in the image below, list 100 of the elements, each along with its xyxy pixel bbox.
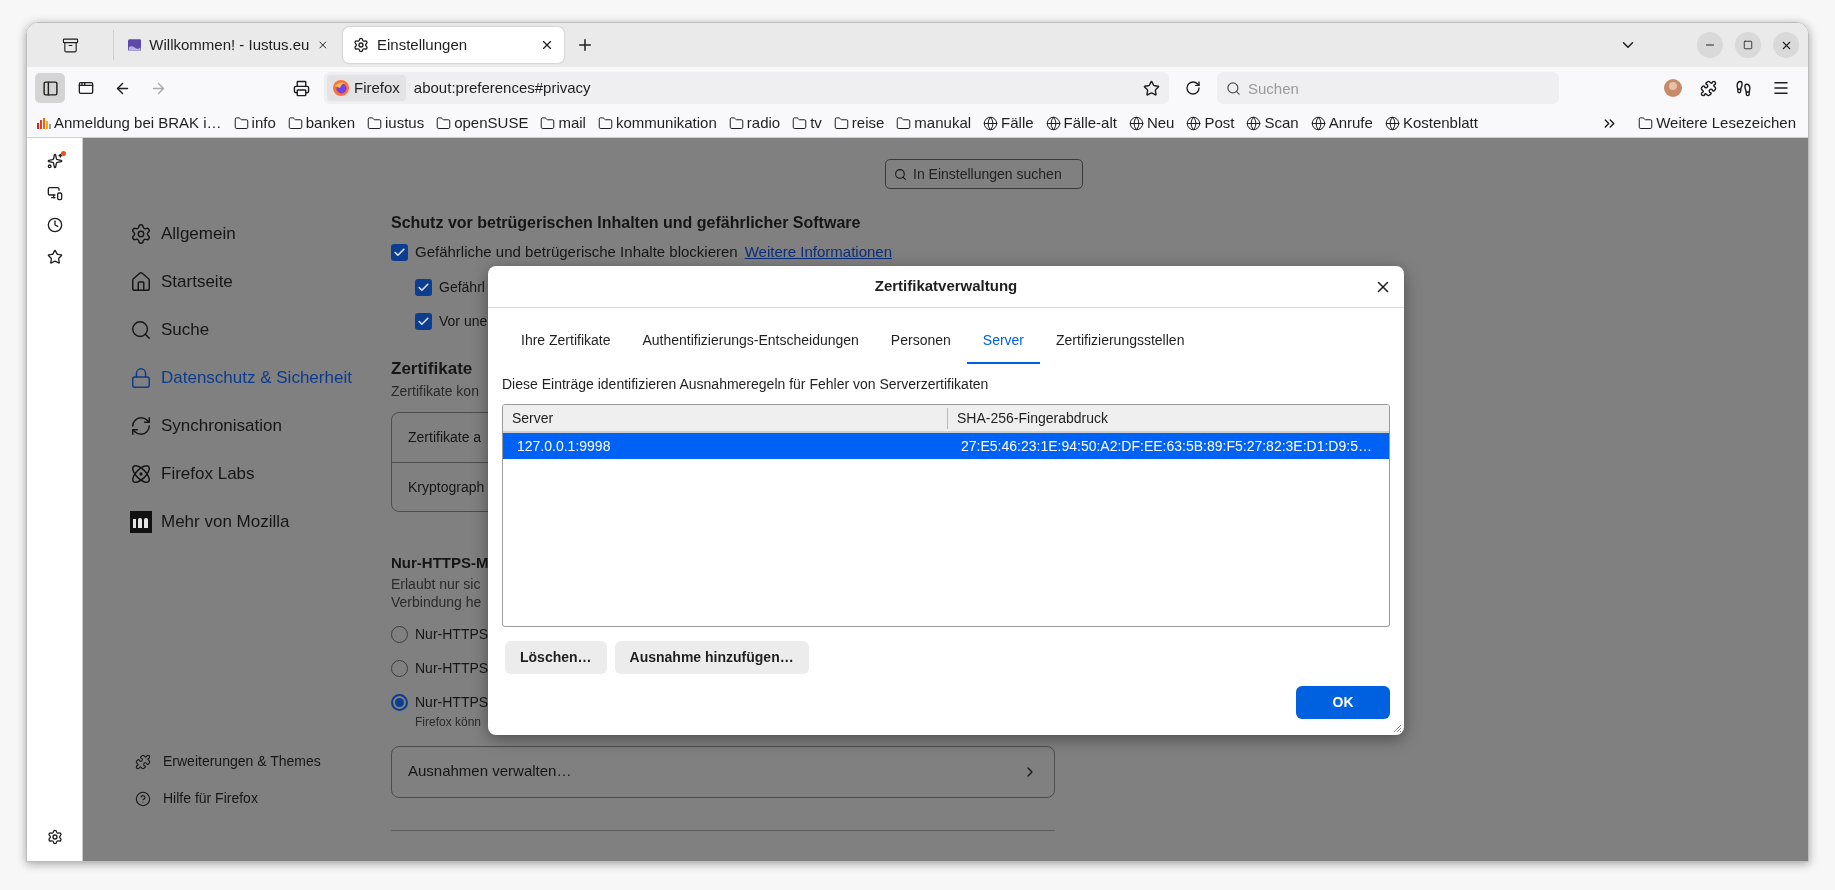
settings-nav-item[interactable]: Firefox Labs bbox=[130, 450, 391, 498]
checkbox[interactable] bbox=[415, 312, 432, 330]
globe-icon bbox=[1186, 115, 1202, 131]
dialog-tab[interactable]: Zertifizierungsstellen bbox=[1040, 318, 1201, 364]
ok-button[interactable]: OK bbox=[1296, 686, 1390, 719]
radio-label: Nur-HTTPS bbox=[415, 624, 489, 644]
radio-button[interactable] bbox=[391, 693, 408, 711]
table-cell-text: 27:E5:46:23:1E:94:50:A2:DF:EE:63:5B:89:F5:27:82:3E:D1:D9:5… bbox=[960, 436, 1372, 456]
folder-icon bbox=[728, 115, 744, 131]
settings-nav-item[interactable]: Mehr von Mozilla bbox=[130, 498, 391, 546]
bookmark-item[interactable]: Anrufe bbox=[1310, 111, 1373, 135]
manage-exceptions-button[interactable]: Ausnahmen verwalten… bbox=[391, 745, 1055, 798]
new-tab-icon[interactable] bbox=[576, 36, 594, 54]
globe-icon bbox=[983, 115, 999, 131]
check-icon bbox=[417, 280, 430, 294]
search-icon bbox=[130, 319, 152, 341]
card-row-label[interactable]: Zertifikate a bbox=[408, 427, 482, 448]
card-row-label[interactable]: Kryptograph bbox=[408, 476, 485, 498]
mozilla-logo-icon bbox=[130, 511, 152, 533]
dialog-tab[interactable]: Personen bbox=[874, 318, 967, 364]
section-heading: Schutz vor betrügerischen Inhalten und gefährlicher Software bbox=[391, 213, 861, 233]
search-field[interactable]: Suchen bbox=[1217, 72, 1559, 104]
print-icon[interactable] bbox=[293, 79, 310, 97]
globe-icon bbox=[1246, 115, 1262, 131]
help-icon bbox=[135, 790, 151, 807]
bookmark-item[interactable]: openSUSE bbox=[436, 111, 529, 135]
globe-icon bbox=[1310, 115, 1326, 131]
site-favicon-icon bbox=[128, 38, 142, 52]
dialog-description: Diese Einträge identifizieren Ausnahmeregeln für Fehler von Serverzertifikaten bbox=[502, 375, 990, 394]
settings-footer-link[interactable]: Hilfe für Firefox bbox=[130, 780, 391, 817]
bookmark-item[interactable]: radio bbox=[728, 111, 781, 135]
settings-nav-item[interactable]: Allgemein bbox=[130, 210, 391, 258]
settings-nav-item[interactable]: Startseite bbox=[130, 258, 391, 306]
browser-tab[interactable]: Willkommen! - Iustus.eu bbox=[118, 27, 339, 63]
close-button[interactable] bbox=[1773, 32, 1799, 58]
footprint-icon[interactable] bbox=[1735, 79, 1752, 97]
checkbox-label: Gefährliche und betrügerische Inhalte blockieren bbox=[415, 242, 738, 262]
bookmark-item[interactable]: Neu bbox=[1128, 111, 1175, 135]
settings-nav-item[interactable]: Synchronisation bbox=[130, 402, 391, 450]
search-icon bbox=[894, 168, 907, 181]
bookmark-item[interactable]: Anmeldung bei BRAK i… bbox=[37, 111, 222, 135]
star-icon[interactable] bbox=[1143, 79, 1160, 97]
devices-icon[interactable] bbox=[46, 185, 63, 201]
resize-grip-icon[interactable] bbox=[1392, 723, 1402, 733]
identity-chip[interactable]: Firefox bbox=[327, 75, 406, 101]
minimize-button[interactable] bbox=[1697, 32, 1723, 58]
settings-search-field[interactable]: In Einstellungen suchen bbox=[885, 159, 1083, 189]
close-icon[interactable] bbox=[317, 38, 329, 52]
table-cell-text: 127.0.0.1:9998 bbox=[516, 436, 612, 456]
sync-icon bbox=[130, 415, 152, 437]
bookmark-item[interactable]: Post bbox=[1186, 111, 1235, 135]
bookmark-item[interactable]: iustus bbox=[367, 111, 425, 135]
bookmark-item[interactable]: tv bbox=[792, 111, 822, 135]
browser-tab[interactable]: Einstellungen bbox=[343, 27, 564, 63]
settings-icon[interactable] bbox=[46, 829, 63, 845]
section-heading: Nur-HTTPS-M bbox=[391, 553, 489, 573]
settings-nav-item[interactable]: Suche bbox=[130, 306, 391, 354]
menu-icon[interactable] bbox=[1772, 79, 1790, 97]
address-bar[interactable]: Firefox about:preferences#privacy bbox=[324, 72, 1169, 104]
dialog-tab[interactable]: Authentifizierungs-Entscheidungen bbox=[626, 318, 875, 364]
settings-footer-link[interactable]: Erweiterungen & Themes bbox=[130, 743, 391, 780]
avatar-icon[interactable] bbox=[1664, 79, 1682, 97]
dialog-title: Zertifikatverwaltung bbox=[874, 276, 1018, 297]
bookmark-item[interactable]: info bbox=[233, 111, 276, 135]
checkbox[interactable] bbox=[415, 278, 432, 296]
reload-icon[interactable] bbox=[1185, 80, 1201, 96]
folder-icon bbox=[1638, 115, 1654, 131]
sparkle-icon[interactable] bbox=[46, 153, 63, 169]
bookmark-item[interactable]: Fälle-alt bbox=[1045, 111, 1117, 135]
checkbox-label: Gefährl bbox=[439, 277, 485, 297]
dialog-tab[interactable]: Server bbox=[966, 318, 1041, 364]
bookmark-item[interactable]: Scan bbox=[1246, 111, 1299, 135]
puzzle-icon[interactable] bbox=[1700, 79, 1717, 97]
dialog-button[interactable]: Löschen… bbox=[505, 641, 607, 674]
radio-label: Nur-HTTPS bbox=[415, 658, 489, 678]
bookmark-item[interactable]: Weitere Lesezeichen bbox=[1638, 111, 1796, 135]
check-icon bbox=[393, 245, 406, 259]
star-icon[interactable] bbox=[46, 249, 63, 265]
bookmark-item[interactable]: reise bbox=[833, 111, 885, 135]
bookmark-item[interactable]: kommunikation bbox=[597, 111, 717, 135]
history-icon[interactable] bbox=[46, 217, 63, 233]
column-header[interactable]: Server bbox=[503, 407, 948, 429]
dialog-tab[interactable]: Ihre Zertifikate bbox=[505, 318, 627, 364]
folder-icon bbox=[540, 115, 556, 131]
dialog-button[interactable]: Ausnahme hinzufügen… bbox=[614, 641, 809, 674]
bookmark-item[interactable]: Fälle bbox=[983, 111, 1034, 135]
bookmark-item[interactable]: manukal bbox=[896, 111, 972, 135]
bookmark-item[interactable]: Kostenblatt bbox=[1384, 111, 1478, 135]
bookmark-item[interactable]: banken bbox=[287, 111, 355, 135]
folder-icon bbox=[233, 115, 249, 131]
gear-icon bbox=[353, 37, 369, 53]
close-icon[interactable] bbox=[540, 38, 554, 52]
checkbox[interactable] bbox=[391, 243, 408, 261]
bookmark-item[interactable]: mail bbox=[540, 111, 586, 135]
column-header[interactable]: SHA-256-Fingerabdruck bbox=[948, 407, 1389, 429]
table-row[interactable]: 127.0.0.1:9998 27:E5:46:23:1E:94:50:A2:DF:EE:63:5B:89:F5:27:82:3E:D1:D9:5… bbox=[503, 433, 1389, 459]
tab-overview-icon[interactable] bbox=[61, 36, 79, 54]
sidebar-toggle-button[interactable] bbox=[35, 73, 65, 103]
tab-window-icon[interactable] bbox=[78, 80, 94, 96]
maximize-button[interactable] bbox=[1735, 32, 1761, 58]
